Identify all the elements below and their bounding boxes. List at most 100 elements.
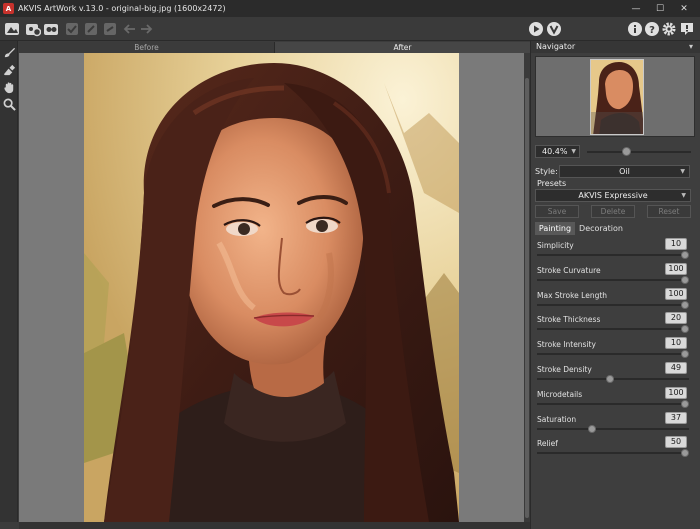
preset-dropdown[interactable]: AKVIS Expressive ▼	[535, 189, 691, 202]
news-button[interactable]	[679, 21, 695, 37]
apply-icon	[547, 22, 561, 36]
share-button[interactable]	[102, 21, 118, 37]
param-slider-knob[interactable]	[681, 300, 689, 309]
open-image-button[interactable]	[4, 21, 20, 37]
param-row: Max Stroke Length 100	[535, 287, 693, 312]
param-value-field[interactable]: 20	[665, 312, 687, 325]
zoom-row: 40.4% ▼	[535, 145, 697, 159]
window-title: AKVIS ArtWork v.13.0 - original-big.jpg …	[18, 4, 226, 13]
param-slider-knob[interactable]	[681, 275, 689, 284]
param-label: Relief	[537, 439, 558, 449]
style-row: Style: Oil ▼	[535, 165, 697, 179]
delete-preset-button[interactable]: Delete	[591, 205, 635, 218]
param-slider-knob[interactable]	[681, 325, 689, 334]
run-button[interactable]	[528, 21, 544, 37]
help-icon: ?	[645, 22, 659, 36]
param-row: Stroke Intensity 10	[535, 337, 693, 361]
param-slider-track[interactable]	[537, 303, 689, 306]
navigator-preview[interactable]	[535, 56, 695, 137]
param-row: Relief 50	[535, 436, 693, 460]
canvas-horizontal-scrollbar[interactable]	[19, 522, 530, 529]
collapse-chevron-icon[interactable]: ▾	[689, 41, 693, 53]
tab-decoration[interactable]: Decoration	[575, 222, 627, 235]
navigator-title: Navigator	[536, 42, 576, 51]
param-slider-knob[interactable]	[681, 449, 689, 458]
settings-icon	[662, 22, 676, 36]
param-value-field[interactable]: 100	[665, 386, 687, 399]
preset-value: AKVIS Expressive	[578, 191, 648, 200]
param-slider-track[interactable]	[537, 328, 689, 331]
minimize-button[interactable]: —	[624, 1, 648, 16]
painted-portrait-image	[84, 53, 459, 522]
param-slider-track[interactable]	[537, 452, 689, 455]
help-button[interactable]: ?	[644, 21, 660, 37]
scroll-thumb[interactable]	[525, 78, 529, 518]
image-canvas[interactable]	[19, 53, 524, 522]
tab-painting[interactable]: Painting	[535, 222, 575, 235]
param-slider-knob[interactable]	[681, 251, 689, 259]
hand-icon	[3, 81, 13, 93]
info-button[interactable]	[627, 21, 643, 37]
param-slider-track[interactable]	[537, 402, 689, 405]
settings-button[interactable]	[661, 21, 677, 37]
param-label: Max Stroke Length	[537, 290, 608, 300]
undo-button[interactable]	[122, 21, 138, 37]
run-icon	[529, 22, 543, 36]
maximize-button[interactable]: ☐	[648, 1, 672, 16]
param-slider-track[interactable]	[537, 278, 689, 281]
reset-preset-button[interactable]: Reset	[647, 205, 691, 218]
param-label: Simplicity	[537, 241, 574, 250]
dropdown-arrow-icon: ▼	[571, 148, 576, 155]
param-slider-knob[interactable]	[681, 350, 689, 359]
zoom-slider-track[interactable]	[587, 151, 691, 153]
param-row: Simplicity 10	[535, 238, 693, 262]
brush-tool[interactable]	[2, 45, 16, 59]
settings-tabs: Painting Decoration	[535, 222, 691, 235]
param-value-field[interactable]: 100	[665, 262, 687, 275]
param-value-field[interactable]: 49	[665, 362, 687, 374]
eraser-tool[interactable]	[2, 63, 16, 77]
save-preset-button[interactable]: Save	[535, 205, 579, 218]
param-row: Saturation 37	[535, 411, 693, 436]
hand-tool[interactable]	[2, 80, 16, 94]
zoom-dropdown[interactable]: 40.4% ▼	[535, 145, 580, 158]
zoom-slider-knob[interactable]	[622, 147, 631, 156]
print-button[interactable]	[83, 21, 99, 37]
zoom-tool[interactable]	[2, 97, 16, 111]
window-controls: — ☐ ✕	[624, 1, 696, 16]
param-value-field[interactable]: 37	[665, 411, 687, 424]
dropdown-arrow-icon: ▼	[681, 192, 686, 199]
param-value-field[interactable]: 10	[665, 337, 687, 350]
news-icon	[681, 23, 693, 35]
share-icon	[104, 23, 116, 35]
param-slider-track[interactable]	[537, 353, 689, 356]
param-row: Stroke Thickness 20	[535, 312, 693, 336]
param-row: Stroke Density 49	[535, 362, 693, 386]
tab-before[interactable]: Before	[19, 42, 275, 53]
tab-after[interactable]: After	[275, 42, 530, 53]
batch-icon	[26, 24, 41, 37]
navigator-thumbnail[interactable]	[590, 59, 644, 135]
param-slider-knob[interactable]	[587, 424, 596, 433]
param-value-field[interactable]: 50	[665, 436, 687, 449]
apply-button[interactable]	[546, 21, 562, 37]
save-button[interactable]	[64, 21, 80, 37]
settings-panel: Navigator ▾ 40.4% ▼ Style: Oil ▼ Presets A…	[530, 41, 700, 529]
param-value-field[interactable]: 10	[665, 238, 687, 250]
param-slider-knob[interactable]	[605, 375, 614, 383]
dropdown-arrow-icon: ▼	[680, 168, 685, 175]
zoom-icon	[3, 98, 16, 111]
portrait-artwork	[84, 53, 459, 522]
plugin-icon	[44, 24, 58, 35]
param-slider-track[interactable]	[537, 254, 689, 256]
redo-button[interactable]	[138, 21, 154, 37]
param-value-field[interactable]: 100	[665, 287, 687, 300]
param-slider-knob[interactable]	[681, 399, 689, 408]
batch-button[interactable]	[25, 21, 41, 37]
style-value: Oil	[619, 167, 630, 176]
param-slider-track[interactable]	[537, 427, 689, 430]
param-label: Microdetails	[537, 389, 583, 399]
plugin-button[interactable]	[43, 21, 59, 37]
style-dropdown[interactable]: Oil ▼	[559, 165, 690, 178]
close-button[interactable]: ✕	[672, 1, 696, 16]
